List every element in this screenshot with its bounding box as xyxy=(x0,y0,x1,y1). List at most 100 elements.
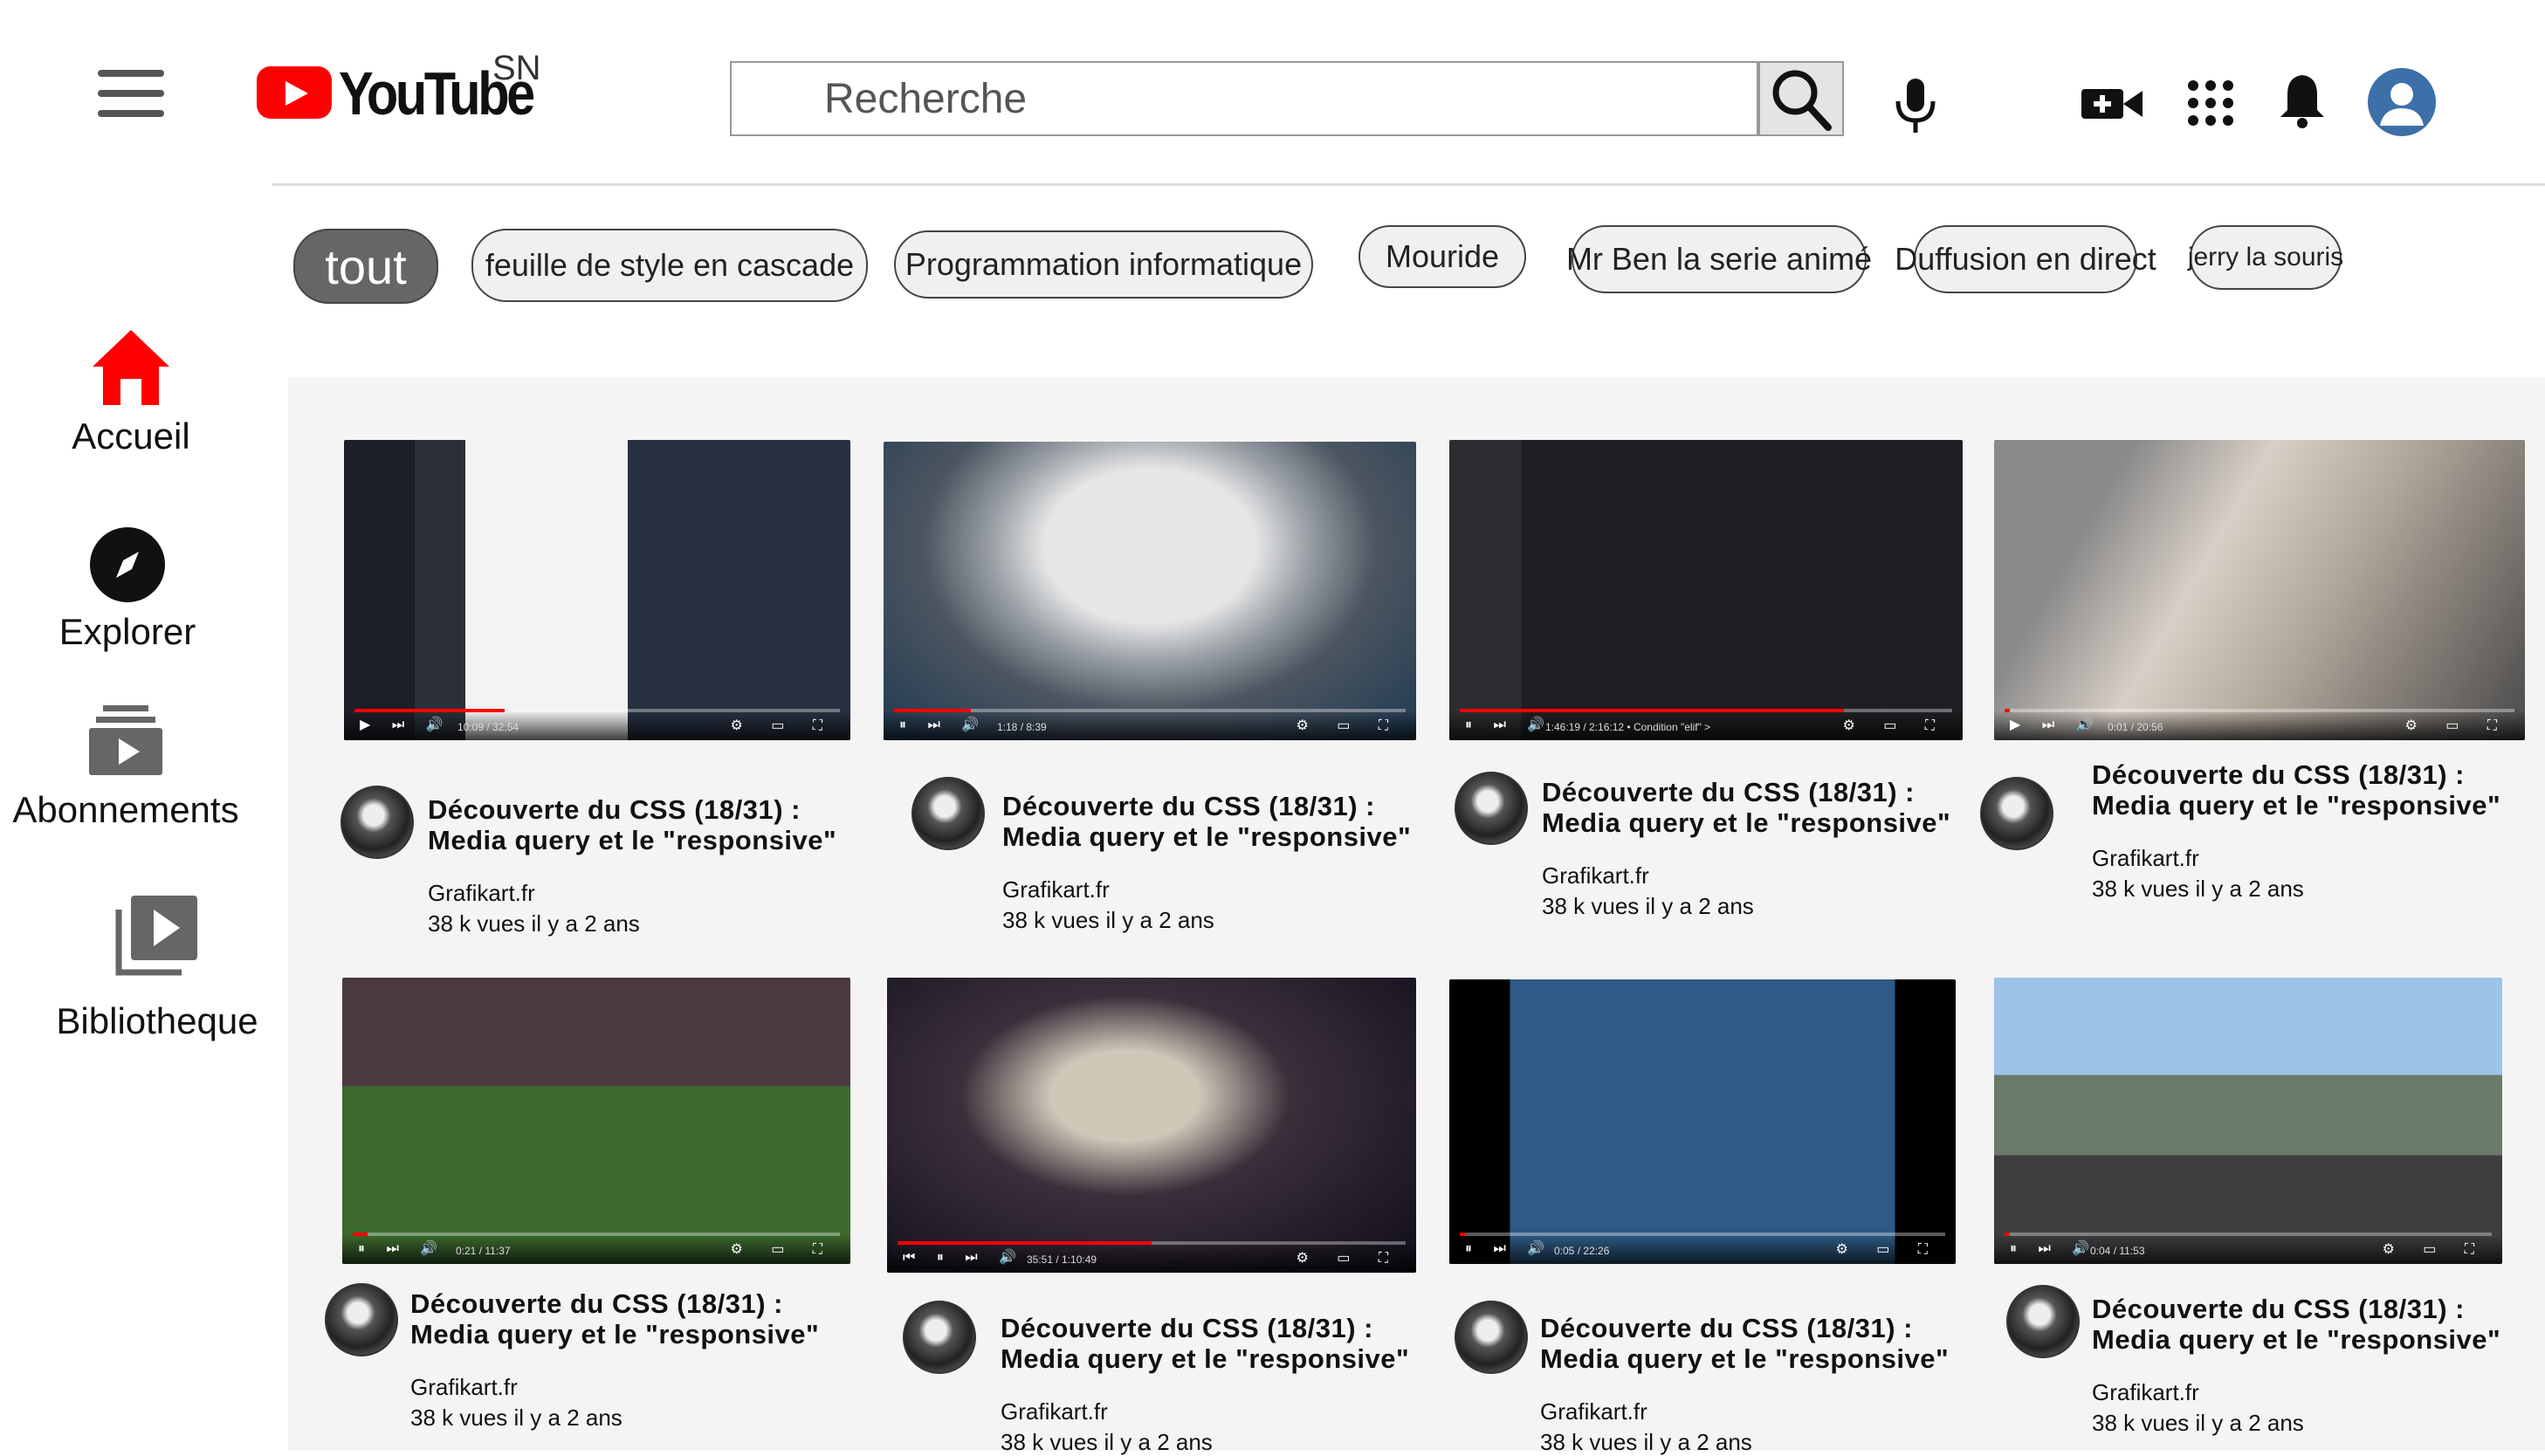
video-info: Découverte du CSS (18/31) : Media query e… xyxy=(410,1288,952,1432)
youtube-play-icon xyxy=(257,66,332,119)
sidebar-item-abonnements[interactable]: Abonnements xyxy=(0,704,257,831)
channel-name[interactable]: Grafikart.fr xyxy=(1542,862,2083,889)
sidebar-item-accueil[interactable]: Accueil xyxy=(0,325,262,457)
video-time: 0:21 / 11:37 xyxy=(456,1245,511,1257)
video-meta: 38 k vues il y a 2 ans xyxy=(1002,907,1214,933)
progress-fill xyxy=(354,709,506,712)
video-thumbnail[interactable]: ▶ ⏭ 🔊 10:09 / 32:54 ⚙ ▭ ⛶ xyxy=(344,440,850,740)
chip-mouride[interactable]: Mouride xyxy=(1358,225,1526,288)
account-avatar[interactable] xyxy=(2368,68,2436,136)
channel-name[interactable]: Grafikart.fr xyxy=(2092,1379,2545,1406)
channel-name[interactable]: Grafikart.fr xyxy=(1540,1398,2081,1425)
video-meta: 38 k vues il y a 2 ans xyxy=(410,1404,622,1431)
video-thumbnail[interactable]: ⏸ ⏭ 🔊 1:18 / 8:39 ⚙ ▭ ⛶ xyxy=(884,442,1416,740)
video-info: Découverte du CSS (18/31) : Media query e… xyxy=(1540,1313,2081,1456)
user-icon xyxy=(2380,83,2424,126)
channel-avatar[interactable] xyxy=(325,1283,398,1356)
video-info: Découverte du CSS (18/31) : Media query e… xyxy=(428,794,969,937)
player-controls-icon: ⏸ ⏭ 🔊 xyxy=(1465,718,1554,732)
channel-name[interactable]: Grafikart.fr xyxy=(1002,876,1544,903)
channel-avatar[interactable] xyxy=(2006,1285,2080,1358)
video-time: 0:04 / 11:53 xyxy=(2090,1245,2145,1257)
player-settings-icons: ⚙ ▭ ⛶ xyxy=(730,718,835,733)
chip-programmation[interactable]: Programmation informatique xyxy=(894,230,1313,299)
player-settings-icons: ⚙ ▭ ⛶ xyxy=(2404,718,2509,733)
progress-fill xyxy=(2005,709,2010,712)
sidebar-item-bibliotheque[interactable]: Bibliotheque xyxy=(26,892,288,1042)
search-button[interactable] xyxy=(1758,61,1844,136)
video-title[interactable]: Découverte du CSS (18/31) : Media query e… xyxy=(2092,1294,2545,1355)
progress-fill xyxy=(2005,1233,2010,1236)
channel-name[interactable]: Grafikart.fr xyxy=(428,880,969,907)
sidebar-item-explorer[interactable]: Explorer xyxy=(0,525,258,653)
channel-avatar[interactable] xyxy=(1455,772,1528,845)
player-settings-icons: ⚙ ▭ ⛶ xyxy=(1835,1242,1940,1257)
player-controls-icon: ⏸ ⏭ 🔊 xyxy=(1465,1241,1554,1256)
channel-avatar[interactable] xyxy=(911,777,985,850)
video-title[interactable]: Découverte du CSS (18/31) : Media query e… xyxy=(428,794,969,855)
video-title[interactable]: Découverte du CSS (18/31) : Media query e… xyxy=(2092,759,2545,821)
sidebar-label-abonnements: Abonnements xyxy=(12,789,239,830)
country-code: SN xyxy=(492,49,541,87)
video-title[interactable]: Découverte du CSS (18/31) : Media query e… xyxy=(1540,1313,2081,1374)
progress-fill xyxy=(1460,1233,1465,1236)
video-time: 0:01 / 20:56 xyxy=(2108,721,2163,733)
player-controls-icon: ▶ ⏭ 🔊 xyxy=(360,718,452,732)
channel-name[interactable]: Grafikart.fr xyxy=(410,1374,952,1401)
search-field[interactable] xyxy=(730,61,1758,136)
chip-mr-ben[interactable]: Mr Ben la serie animé xyxy=(1566,225,1872,293)
progress-fill xyxy=(894,709,971,712)
video-title[interactable]: Découverte du CSS (18/31) : Media query e… xyxy=(410,1288,952,1350)
search-icon xyxy=(1772,70,1832,131)
video-time: 10:09 / 32:54 xyxy=(457,721,519,733)
channel-name[interactable]: Grafikart.fr xyxy=(2092,845,2545,872)
mic-icon[interactable] xyxy=(1889,73,1942,134)
video-thumbnail[interactable]: ⏸ ⏭ 🔊 0:05 / 22:26 ⚙ ▭ ⛶ xyxy=(1449,979,1956,1264)
sidebar-label-bibliotheque: Bibliotheque xyxy=(56,1000,258,1041)
channel-avatar[interactable] xyxy=(340,786,414,859)
home-icon xyxy=(93,330,169,405)
player-settings-icons: ⚙ ▭ ⛶ xyxy=(2382,1242,2487,1257)
player-controls-icon: ▶ ⏭ 🔊 xyxy=(2010,718,2102,732)
channel-avatar[interactable] xyxy=(903,1301,976,1374)
video-thumbnail[interactable]: ⏸ ⏭ 🔊 0:21 / 11:37 ⚙ ▭ ⛶ xyxy=(342,978,850,1264)
progress-fill xyxy=(353,1233,368,1236)
video-thumbnail[interactable]: ⏸ ⏭ 🔊 1:46:19 / 2:16:12 • Condition "eli… xyxy=(1449,440,1963,740)
notifications-bell-icon[interactable] xyxy=(2277,72,2328,129)
chip-tout[interactable]: tout xyxy=(293,229,438,304)
player-controls-icon: ⏸ ⏭ 🔊 xyxy=(358,1241,447,1256)
menu-icon[interactable] xyxy=(98,70,164,119)
video-meta: 38 k vues il y a 2 ans xyxy=(2092,876,2304,902)
player-settings-icons: ⚙ ▭ ⛶ xyxy=(730,1242,835,1257)
player-settings-icons: ⚙ ▭ ⛶ xyxy=(1296,718,1400,733)
video-time: 35:51 / 1:10:49 xyxy=(1027,1253,1097,1266)
channel-name[interactable]: Grafikart.fr xyxy=(1001,1398,1542,1425)
apps-icon[interactable] xyxy=(2186,79,2235,127)
player-controls-icon: ⏸ ⏭ 🔊 xyxy=(899,718,988,732)
search-input[interactable] xyxy=(732,63,1757,134)
sidebar-label-explorer: Explorer xyxy=(58,611,196,652)
video-meta: 38 k vues il y a 2 ans xyxy=(1542,893,1754,919)
header-divider xyxy=(272,183,2545,186)
video-meta: 38 k vues il y a 2 ans xyxy=(428,910,640,937)
chip-diffusion-direct[interactable]: Duffusion en direct xyxy=(1895,225,2156,293)
video-time: 1:46:19 / 2:16:12 • Condition "elif" > xyxy=(1545,721,1711,733)
subscriptions-icon xyxy=(89,705,162,775)
video-thumbnail[interactable]: ⏸ ⏭ 🔊 0:04 / 11:53 ⚙ ▭ ⛶ xyxy=(1994,978,2502,1264)
video-meta: 38 k vues il y a 2 ans xyxy=(1540,1429,1752,1455)
player-settings-icons: ⚙ ▭ ⛶ xyxy=(1842,718,1947,733)
video-thumbnail[interactable]: ▶ ⏭ 🔊 0:01 / 20:56 ⚙ ▭ ⛶ xyxy=(1994,440,2525,740)
create-video-icon[interactable] xyxy=(2081,82,2143,126)
library-icon xyxy=(115,896,197,976)
sidebar-label-accueil: Accueil xyxy=(72,416,190,457)
chip-feuille-de-style[interactable]: feuille de style en cascade xyxy=(471,229,868,302)
video-thumbnail[interactable]: ⏮ ⏸ ⏭ 🔊 35:51 / 1:10:49 ⚙ ▭ ⛶ xyxy=(887,978,1416,1273)
video-time: 1:18 / 8:39 xyxy=(997,721,1047,733)
video-meta: 38 k vues il y a 2 ans xyxy=(2092,1410,2304,1436)
player-settings-icons: ⚙ ▭ ⛶ xyxy=(1296,1251,1400,1266)
channel-avatar[interactable] xyxy=(1980,777,2053,850)
player-controls-icon: ⏸ ⏭ 🔊 xyxy=(2010,1241,2099,1256)
compass-icon xyxy=(90,527,165,602)
chip-jerry[interactable]: jerry la souris xyxy=(2188,225,2343,290)
channel-avatar[interactable] xyxy=(1455,1301,1528,1374)
